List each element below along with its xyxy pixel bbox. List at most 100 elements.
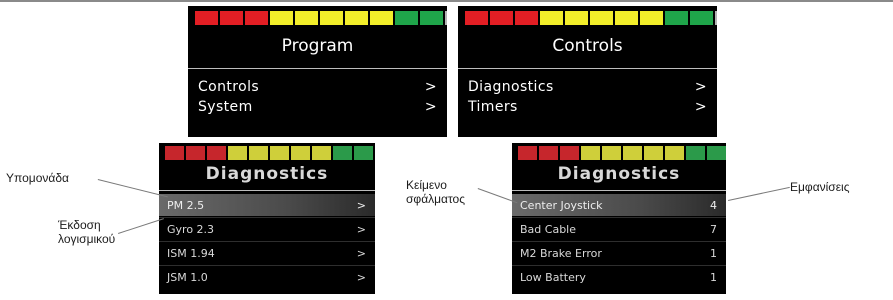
battery-segment: [291, 146, 310, 160]
battery-segment: [445, 11, 447, 25]
battery-segment: [623, 146, 642, 160]
callout-software-version: Έκδοση λογισμικού: [58, 218, 115, 246]
error-count: 1: [710, 246, 717, 260]
battery-segment: [228, 146, 247, 160]
battery-gauge: [518, 146, 726, 160]
chevron-right-icon: >: [356, 198, 366, 212]
title-divider: [159, 190, 375, 191]
callout-text: σφάλματος: [406, 192, 466, 206]
battery-segment: [165, 146, 184, 160]
battery-segment: [270, 146, 289, 160]
battery-gauge: [165, 146, 375, 160]
error-label: Low Battery: [520, 270, 586, 284]
battery-segment: [581, 146, 600, 160]
battery-segment: [345, 11, 368, 25]
module-row-jsm[interactable]: JSM 1.0 >: [159, 266, 375, 288]
menu-item-diagnostics[interactable]: Diagnostics >: [458, 77, 717, 97]
callout-text: Έκδοση: [58, 218, 101, 232]
error-row-bad-cable[interactable]: Bad Cable 7: [512, 218, 726, 240]
battery-segment: [665, 146, 684, 160]
battery-segment: [602, 146, 621, 160]
battery-segment: [245, 11, 268, 25]
battery-segment: [312, 146, 331, 160]
screen-title: Diagnostics: [205, 164, 329, 184]
callout-text: Εμφανίσεις: [790, 180, 850, 194]
battery-segment: [186, 146, 205, 160]
battery-segment: [565, 11, 588, 25]
callout-text: Κείμενο: [406, 178, 447, 192]
module-label: Gyro 2.3: [167, 222, 215, 236]
title-divider: [512, 190, 726, 191]
module-label: ISM 1.94: [167, 246, 215, 260]
callout-error-text: Κείμενο σφάλματος: [406, 178, 465, 206]
leader-line: [97, 179, 168, 198]
chevron-right-icon: >: [694, 99, 707, 115]
battery-segment: [686, 146, 705, 160]
leader-line: [118, 218, 164, 234]
menu-item-system[interactable]: System >: [188, 97, 447, 117]
battery-segment: [207, 146, 226, 160]
screen-title: Controls: [552, 36, 623, 56]
battery-gauge: [195, 11, 447, 25]
battery-segment: [333, 146, 352, 160]
module-row-ism[interactable]: ISM 1.94 >: [159, 242, 375, 264]
menu-item-timers[interactable]: Timers >: [458, 97, 717, 117]
title-divider: [458, 68, 717, 69]
battery-segment: [640, 11, 663, 25]
program-screen: Program Controls > System >: [188, 6, 447, 137]
battery-segment: [715, 11, 717, 25]
battery-segment: [490, 11, 513, 25]
battery-segment: [249, 146, 268, 160]
chevron-right-icon: >: [424, 99, 437, 115]
screen-title: Diagnostics: [557, 164, 681, 184]
battery-segment: [354, 146, 373, 160]
error-row-center-joystick[interactable]: Center Joystick 4: [512, 194, 726, 216]
menu-item-label: Controls: [198, 79, 260, 95]
chevron-right-icon: >: [694, 79, 707, 95]
battery-segment: [195, 11, 218, 25]
battery-segment: [540, 11, 563, 25]
chevron-right-icon: >: [424, 79, 437, 95]
chevron-right-icon: >: [356, 222, 366, 236]
battery-segment: [665, 11, 688, 25]
error-row-m2-brake[interactable]: M2 Brake Error 1: [512, 242, 726, 264]
battery-segment: [590, 11, 613, 25]
battery-segment: [370, 11, 393, 25]
diagnostics-errors-screen: Diagnostics Center Joystick 4 Bad Cable …: [512, 143, 726, 294]
menu-item-label: Timers: [468, 99, 518, 115]
battery-segment: [295, 11, 318, 25]
diagnostics-modules-screen: Diagnostics PM 2.5 > Gyro 2.3 > ISM 1.94…: [159, 143, 375, 294]
callout-text: Υπομονάδα: [6, 171, 69, 185]
error-label: Center Joystick: [520, 198, 603, 212]
battery-segment: [707, 146, 726, 160]
callout-module: Υπομονάδα: [6, 171, 69, 185]
callout-text: λογισμικού: [58, 232, 116, 246]
battery-segment: [220, 11, 243, 25]
error-label: M2 Brake Error: [520, 246, 602, 260]
top-divider: [0, 0, 893, 2]
battery-segment: [320, 11, 343, 25]
menu-item-label: Diagnostics: [468, 79, 554, 95]
module-row-pm[interactable]: PM 2.5 >: [159, 194, 375, 216]
chevron-right-icon: >: [356, 270, 366, 284]
module-label: PM 2.5: [167, 198, 205, 212]
screen-title: Program: [281, 36, 354, 56]
error-count: 1: [710, 270, 717, 284]
battery-segment: [518, 146, 537, 160]
battery-segment: [395, 11, 418, 25]
leader-line: [728, 186, 790, 201]
menu-item-controls[interactable]: Controls >: [188, 77, 447, 97]
menu-item-label: System: [198, 99, 253, 115]
error-row-low-battery[interactable]: Low Battery 1: [512, 266, 726, 288]
battery-segment: [560, 146, 579, 160]
error-label: Bad Cable: [520, 222, 576, 236]
battery-segment: [615, 11, 638, 25]
battery-segment: [465, 11, 488, 25]
callout-occurrences: Εμφανίσεις: [790, 180, 850, 194]
controls-screen: Controls Diagnostics > Timers >: [458, 6, 717, 137]
chevron-right-icon: >: [356, 246, 366, 260]
module-row-gyro[interactable]: Gyro 2.3 >: [159, 218, 375, 240]
error-count: 7: [710, 222, 717, 236]
battery-segment: [690, 11, 713, 25]
error-count: 4: [710, 198, 717, 212]
